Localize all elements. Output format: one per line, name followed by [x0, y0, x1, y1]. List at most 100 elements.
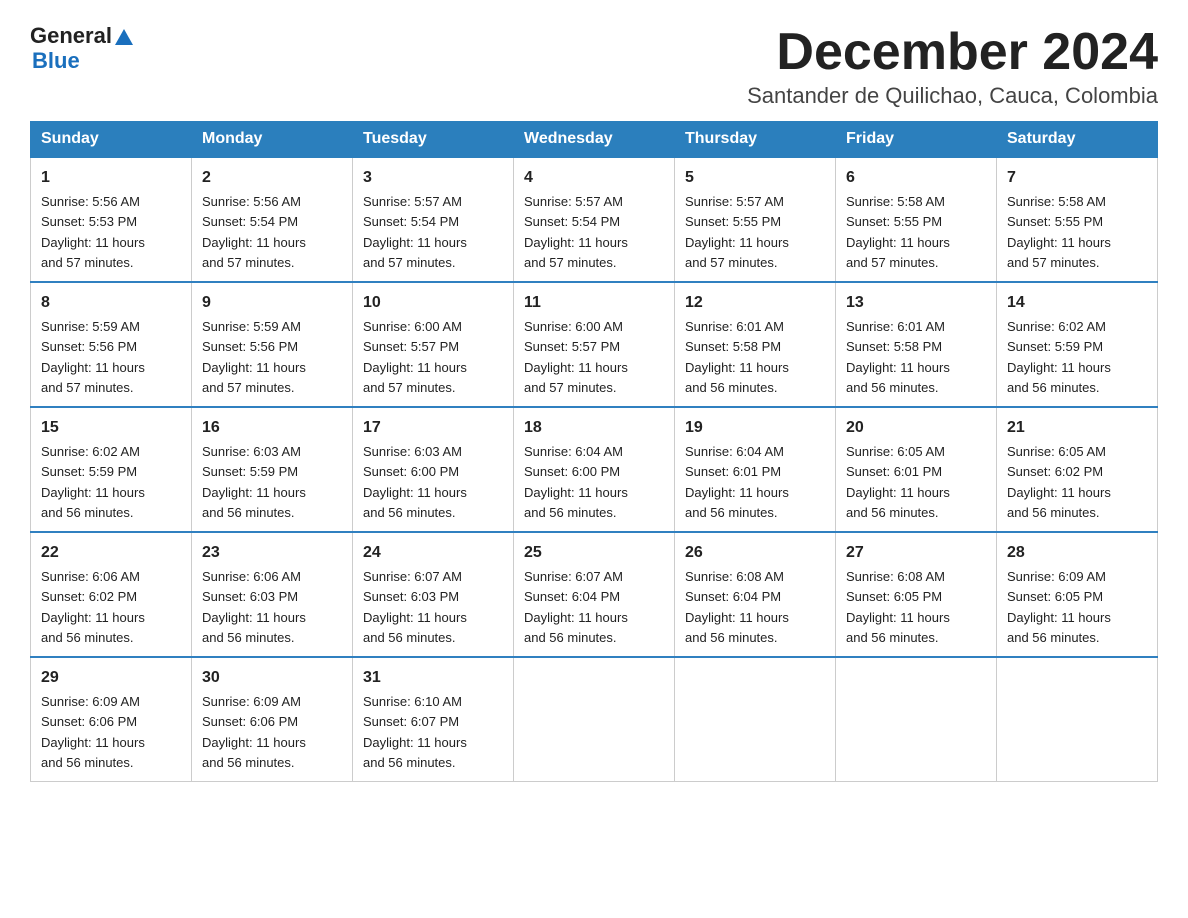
calendar-cell: 9 Sunrise: 5:59 AMSunset: 5:56 PMDayligh…	[192, 282, 353, 407]
day-number: 15	[41, 416, 181, 440]
calendar-cell: 19 Sunrise: 6:04 AMSunset: 6:01 PMDaylig…	[675, 407, 836, 532]
day-number: 11	[524, 291, 664, 315]
day-number: 1	[41, 166, 181, 190]
day-number: 27	[846, 541, 986, 565]
calendar-cell	[514, 657, 675, 782]
calendar-cell: 18 Sunrise: 6:04 AMSunset: 6:00 PMDaylig…	[514, 407, 675, 532]
day-number: 2	[202, 166, 342, 190]
title-block: December 2024 Santander de Quilichao, Ca…	[747, 24, 1158, 109]
calendar-cell: 1 Sunrise: 5:56 AMSunset: 5:53 PMDayligh…	[31, 157, 192, 282]
day-info: Sunrise: 6:01 AMSunset: 5:58 PMDaylight:…	[846, 319, 950, 395]
day-number: 17	[363, 416, 503, 440]
day-info: Sunrise: 5:58 AMSunset: 5:55 PMDaylight:…	[846, 194, 950, 270]
calendar-cell: 5 Sunrise: 5:57 AMSunset: 5:55 PMDayligh…	[675, 157, 836, 282]
day-number: 26	[685, 541, 825, 565]
day-number: 13	[846, 291, 986, 315]
calendar-cell: 29 Sunrise: 6:09 AMSunset: 6:06 PMDaylig…	[31, 657, 192, 782]
logo-general-text: General	[30, 24, 112, 48]
calendar-title: December 2024	[747, 24, 1158, 81]
calendar-subtitle: Santander de Quilichao, Cauca, Colombia	[747, 83, 1158, 109]
day-number: 19	[685, 416, 825, 440]
day-info: Sunrise: 6:02 AMSunset: 5:59 PMDaylight:…	[41, 444, 145, 520]
day-header-wednesday: Wednesday	[514, 122, 675, 158]
day-number: 22	[41, 541, 181, 565]
day-number: 10	[363, 291, 503, 315]
day-info: Sunrise: 6:09 AMSunset: 6:06 PMDaylight:…	[202, 694, 306, 770]
day-info: Sunrise: 6:09 AMSunset: 6:05 PMDaylight:…	[1007, 569, 1111, 645]
day-number: 28	[1007, 541, 1147, 565]
calendar-week-3: 15 Sunrise: 6:02 AMSunset: 5:59 PMDaylig…	[31, 407, 1158, 532]
day-info: Sunrise: 6:02 AMSunset: 5:59 PMDaylight:…	[1007, 319, 1111, 395]
day-info: Sunrise: 6:04 AMSunset: 6:01 PMDaylight:…	[685, 444, 789, 520]
calendar-week-1: 1 Sunrise: 5:56 AMSunset: 5:53 PMDayligh…	[31, 157, 1158, 282]
calendar-cell: 20 Sunrise: 6:05 AMSunset: 6:01 PMDaylig…	[836, 407, 997, 532]
day-header-thursday: Thursday	[675, 122, 836, 158]
day-info: Sunrise: 6:03 AMSunset: 6:00 PMDaylight:…	[363, 444, 467, 520]
day-number: 23	[202, 541, 342, 565]
day-info: Sunrise: 6:06 AMSunset: 6:02 PMDaylight:…	[41, 569, 145, 645]
calendar-cell: 12 Sunrise: 6:01 AMSunset: 5:58 PMDaylig…	[675, 282, 836, 407]
calendar-week-5: 29 Sunrise: 6:09 AMSunset: 6:06 PMDaylig…	[31, 657, 1158, 782]
day-info: Sunrise: 5:57 AMSunset: 5:55 PMDaylight:…	[685, 194, 789, 270]
calendar-cell: 14 Sunrise: 6:02 AMSunset: 5:59 PMDaylig…	[997, 282, 1158, 407]
day-number: 24	[363, 541, 503, 565]
day-number: 16	[202, 416, 342, 440]
calendar-cell: 3 Sunrise: 5:57 AMSunset: 5:54 PMDayligh…	[353, 157, 514, 282]
day-header-monday: Monday	[192, 122, 353, 158]
calendar-cell: 26 Sunrise: 6:08 AMSunset: 6:04 PMDaylig…	[675, 532, 836, 657]
day-info: Sunrise: 6:00 AMSunset: 5:57 PMDaylight:…	[524, 319, 628, 395]
day-number: 9	[202, 291, 342, 315]
calendar-cell: 11 Sunrise: 6:00 AMSunset: 5:57 PMDaylig…	[514, 282, 675, 407]
day-info: Sunrise: 5:57 AMSunset: 5:54 PMDaylight:…	[363, 194, 467, 270]
day-info: Sunrise: 6:09 AMSunset: 6:06 PMDaylight:…	[41, 694, 145, 770]
calendar-cell: 2 Sunrise: 5:56 AMSunset: 5:54 PMDayligh…	[192, 157, 353, 282]
day-info: Sunrise: 5:59 AMSunset: 5:56 PMDaylight:…	[202, 319, 306, 395]
day-header-tuesday: Tuesday	[353, 122, 514, 158]
calendar-cell: 16 Sunrise: 6:03 AMSunset: 5:59 PMDaylig…	[192, 407, 353, 532]
calendar-cell: 6 Sunrise: 5:58 AMSunset: 5:55 PMDayligh…	[836, 157, 997, 282]
calendar-cell: 15 Sunrise: 6:02 AMSunset: 5:59 PMDaylig…	[31, 407, 192, 532]
day-number: 30	[202, 666, 342, 690]
day-info: Sunrise: 6:00 AMSunset: 5:57 PMDaylight:…	[363, 319, 467, 395]
calendar-cell: 25 Sunrise: 6:07 AMSunset: 6:04 PMDaylig…	[514, 532, 675, 657]
day-number: 5	[685, 166, 825, 190]
calendar-cell: 30 Sunrise: 6:09 AMSunset: 6:06 PMDaylig…	[192, 657, 353, 782]
day-info: Sunrise: 6:05 AMSunset: 6:02 PMDaylight:…	[1007, 444, 1111, 520]
calendar-cell: 8 Sunrise: 5:59 AMSunset: 5:56 PMDayligh…	[31, 282, 192, 407]
calendar-cell: 22 Sunrise: 6:06 AMSunset: 6:02 PMDaylig…	[31, 532, 192, 657]
calendar-body: 1 Sunrise: 5:56 AMSunset: 5:53 PMDayligh…	[31, 157, 1158, 782]
day-number: 4	[524, 166, 664, 190]
day-info: Sunrise: 6:06 AMSunset: 6:03 PMDaylight:…	[202, 569, 306, 645]
calendar-cell	[836, 657, 997, 782]
calendar-cell: 31 Sunrise: 6:10 AMSunset: 6:07 PMDaylig…	[353, 657, 514, 782]
calendar-week-2: 8 Sunrise: 5:59 AMSunset: 5:56 PMDayligh…	[31, 282, 1158, 407]
day-number: 3	[363, 166, 503, 190]
calendar-cell: 4 Sunrise: 5:57 AMSunset: 5:54 PMDayligh…	[514, 157, 675, 282]
day-info: Sunrise: 5:56 AMSunset: 5:54 PMDaylight:…	[202, 194, 306, 270]
day-info: Sunrise: 6:10 AMSunset: 6:07 PMDaylight:…	[363, 694, 467, 770]
calendar-header-row: SundayMondayTuesdayWednesdayThursdayFrid…	[31, 122, 1158, 158]
calendar-week-4: 22 Sunrise: 6:06 AMSunset: 6:02 PMDaylig…	[31, 532, 1158, 657]
page-header: General Blue December 2024 Santander de …	[30, 24, 1158, 109]
day-number: 14	[1007, 291, 1147, 315]
day-info: Sunrise: 6:01 AMSunset: 5:58 PMDaylight:…	[685, 319, 789, 395]
calendar-cell: 7 Sunrise: 5:58 AMSunset: 5:55 PMDayligh…	[997, 157, 1158, 282]
day-info: Sunrise: 5:57 AMSunset: 5:54 PMDaylight:…	[524, 194, 628, 270]
logo-blue-text: Blue	[32, 48, 80, 74]
calendar-cell: 24 Sunrise: 6:07 AMSunset: 6:03 PMDaylig…	[353, 532, 514, 657]
day-info: Sunrise: 6:05 AMSunset: 6:01 PMDaylight:…	[846, 444, 950, 520]
day-info: Sunrise: 6:08 AMSunset: 6:04 PMDaylight:…	[685, 569, 789, 645]
calendar-cell: 28 Sunrise: 6:09 AMSunset: 6:05 PMDaylig…	[997, 532, 1158, 657]
day-info: Sunrise: 6:08 AMSunset: 6:05 PMDaylight:…	[846, 569, 950, 645]
day-number: 18	[524, 416, 664, 440]
day-header-friday: Friday	[836, 122, 997, 158]
calendar-cell: 13 Sunrise: 6:01 AMSunset: 5:58 PMDaylig…	[836, 282, 997, 407]
day-info: Sunrise: 6:03 AMSunset: 5:59 PMDaylight:…	[202, 444, 306, 520]
day-info: Sunrise: 5:58 AMSunset: 5:55 PMDaylight:…	[1007, 194, 1111, 270]
day-number: 20	[846, 416, 986, 440]
day-info: Sunrise: 6:04 AMSunset: 6:00 PMDaylight:…	[524, 444, 628, 520]
day-number: 25	[524, 541, 664, 565]
logo: General Blue	[30, 24, 133, 74]
calendar-cell	[997, 657, 1158, 782]
day-number: 6	[846, 166, 986, 190]
